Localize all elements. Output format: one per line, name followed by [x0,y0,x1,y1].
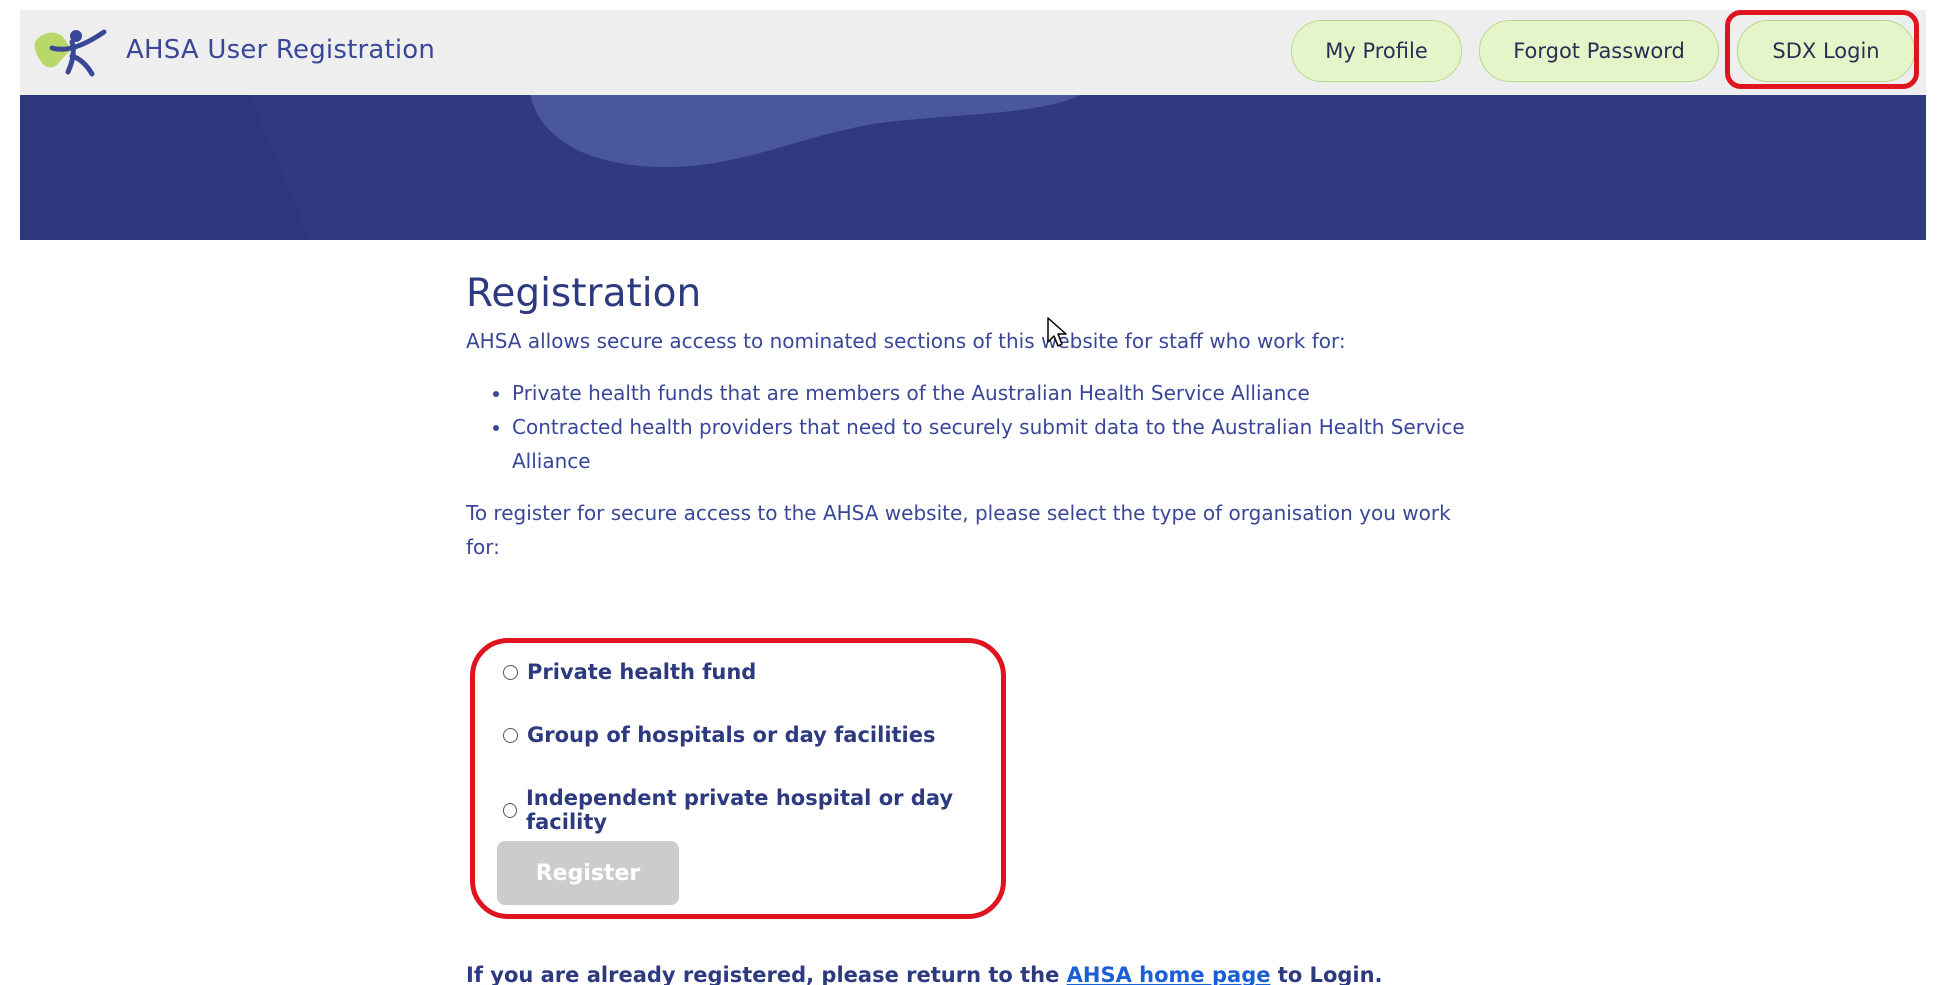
list-item: Contracted health providers that need to… [512,410,1476,478]
my-profile-button[interactable]: My Profile [1291,20,1462,82]
radio-group-of-hospitals[interactable]: Group of hospitals or day facilities [503,723,936,747]
app-title: AHSA User Registration [126,35,436,65]
forgot-password-button[interactable]: Forgot Password [1479,20,1719,82]
ahsa-logo-icon[interactable] [32,24,107,82]
ahsa-home-page-link[interactable]: AHSA home page [1067,963,1271,985]
radio-button[interactable] [503,802,517,818]
top-navigation-bar: AHSA User Registration My Profile Forgot… [20,10,1926,95]
registration-content: Registration AHSA allows secure access t… [466,268,1476,564]
radio-private-health-fund[interactable]: Private health fund [503,660,756,684]
hero-banner [20,95,1926,240]
eligibility-list: Private health funds that are members of… [466,376,1476,478]
radio-label[interactable]: Private health fund [527,660,756,684]
banner-decoration [20,95,1080,240]
instruction-text: To register for secure access to the AHS… [466,501,1451,559]
list-item: Private health funds that are members of… [512,376,1476,410]
already-registered-note: If you are already registered, please re… [466,963,1383,985]
intro-text: AHSA allows secure access to nominated s… [466,329,1346,353]
organisation-type-form: Private health fund Group of hospitals o… [470,638,1006,919]
radio-label[interactable]: Group of hospitals or day facilities [527,723,936,747]
radio-label[interactable]: Independent private hospital or day faci… [526,786,1001,834]
radio-button[interactable] [503,727,518,743]
sdx-login-button[interactable]: SDX Login [1737,20,1915,82]
mouse-pointer-icon [1047,317,1067,347]
page: AHSA User Registration My Profile Forgot… [0,0,1949,985]
footer-text-after: to Login. [1270,963,1383,985]
footer-text-before: If you are already registered, please re… [466,963,1067,985]
register-button[interactable]: Register [497,841,679,905]
radio-button[interactable] [503,664,518,680]
page-title: Registration [466,271,702,316]
radio-independent-hospital[interactable]: Independent private hospital or day faci… [503,786,1001,834]
